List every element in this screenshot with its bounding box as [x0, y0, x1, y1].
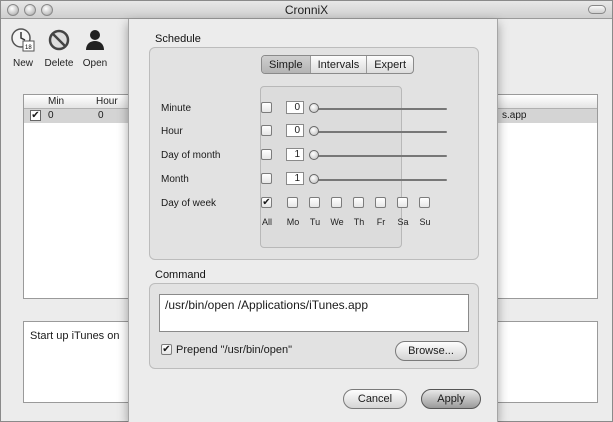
toolbar-toggle-button[interactable]	[588, 5, 606, 14]
user-icon	[81, 26, 109, 54]
day-th-checkbox[interactable]	[353, 197, 364, 208]
day-we-checkbox[interactable]	[331, 197, 342, 208]
delete-label: Delete	[44, 58, 74, 69]
day-of-month-slider[interactable]	[309, 149, 447, 161]
prepend-checkbox[interactable]: ✔	[161, 344, 172, 355]
day-label-all: All	[261, 217, 272, 227]
hour-all-checkbox[interactable]	[261, 125, 272, 136]
day-of-month-all-checkbox[interactable]	[261, 149, 272, 160]
day-label-su: Su	[419, 217, 431, 227]
calendar-clock-icon: 18	[9, 26, 37, 54]
new-button[interactable]: 18 New	[5, 26, 41, 69]
day-label-mo: Mo	[286, 217, 300, 227]
new-label: New	[12, 58, 33, 69]
day-su-checkbox[interactable]	[419, 197, 430, 208]
column-header-hour[interactable]: Hour	[96, 96, 118, 107]
hour-slider[interactable]	[309, 125, 447, 137]
delete-button[interactable]: Delete	[41, 26, 77, 69]
command-label: Command	[155, 269, 206, 281]
day-tu-checkbox[interactable]	[309, 197, 320, 208]
open-label: Open	[82, 58, 108, 69]
minute-field[interactable]: 0	[286, 101, 304, 114]
day-fr-checkbox[interactable]	[375, 197, 386, 208]
row-command-cell: s.app	[502, 110, 527, 121]
prohibited-icon	[45, 26, 73, 54]
tab-simple[interactable]: Simple	[262, 56, 311, 73]
hour-slider-knob[interactable]	[309, 126, 319, 136]
minute-all-checkbox[interactable]	[261, 102, 272, 113]
day-label-tu: Tu	[309, 217, 321, 227]
open-button[interactable]: Open	[77, 26, 113, 69]
edit-sheet: Schedule Simple Intervals Expert Minute …	[128, 19, 498, 422]
schedule-mode-tabs[interactable]: Simple Intervals Expert	[261, 55, 414, 74]
month-label: Month	[161, 174, 189, 185]
row-hour-cell: 0	[98, 110, 104, 121]
description-value: Start up iTunes on	[30, 330, 120, 342]
row-min-cell: 0	[48, 110, 54, 121]
day-of-week-label: Day of week	[161, 198, 217, 209]
day-of-month-label: Day of month	[161, 150, 221, 161]
day-label-th: Th	[353, 217, 365, 227]
month-slider-knob[interactable]	[309, 174, 319, 184]
day-mo-checkbox[interactable]	[287, 197, 298, 208]
apply-button[interactable]: Apply	[421, 389, 481, 409]
month-slider[interactable]	[309, 173, 447, 185]
hour-label: Hour	[161, 126, 183, 137]
day-of-month-field[interactable]: 1	[286, 148, 304, 161]
hour-field[interactable]: 0	[286, 124, 304, 137]
schedule-label: Schedule	[155, 33, 201, 45]
command-field[interactable]: /usr/bin/open /Applications/iTunes.app	[159, 294, 469, 332]
month-field[interactable]: 1	[286, 172, 304, 185]
minute-slider-knob[interactable]	[309, 103, 319, 113]
cancel-button[interactable]: Cancel	[343, 389, 407, 409]
day-of-month-slider-knob[interactable]	[309, 150, 319, 160]
title-bar[interactable]: CronniX	[1, 1, 612, 19]
column-header-min[interactable]: Min	[48, 96, 64, 107]
month-all-checkbox[interactable]	[261, 173, 272, 184]
window-title: CronniX	[284, 3, 329, 17]
tab-intervals[interactable]: Intervals	[311, 56, 368, 73]
tab-expert[interactable]: Expert	[367, 56, 413, 73]
svg-text:18: 18	[25, 45, 32, 51]
minute-label: Minute	[161, 103, 192, 114]
minute-slider[interactable]	[309, 102, 447, 114]
day-label-sa: Sa	[397, 217, 409, 227]
day-sa-checkbox[interactable]	[397, 197, 408, 208]
day-all-checkbox[interactable]: ✔	[261, 197, 272, 208]
row-enabled-checkbox[interactable]: ✔	[30, 110, 41, 121]
browse-button[interactable]: Browse...	[395, 341, 467, 361]
prepend-label[interactable]: Prepend "/usr/bin/open"	[176, 344, 292, 356]
day-label-we: We	[330, 217, 344, 227]
day-label-fr: Fr	[376, 217, 386, 227]
